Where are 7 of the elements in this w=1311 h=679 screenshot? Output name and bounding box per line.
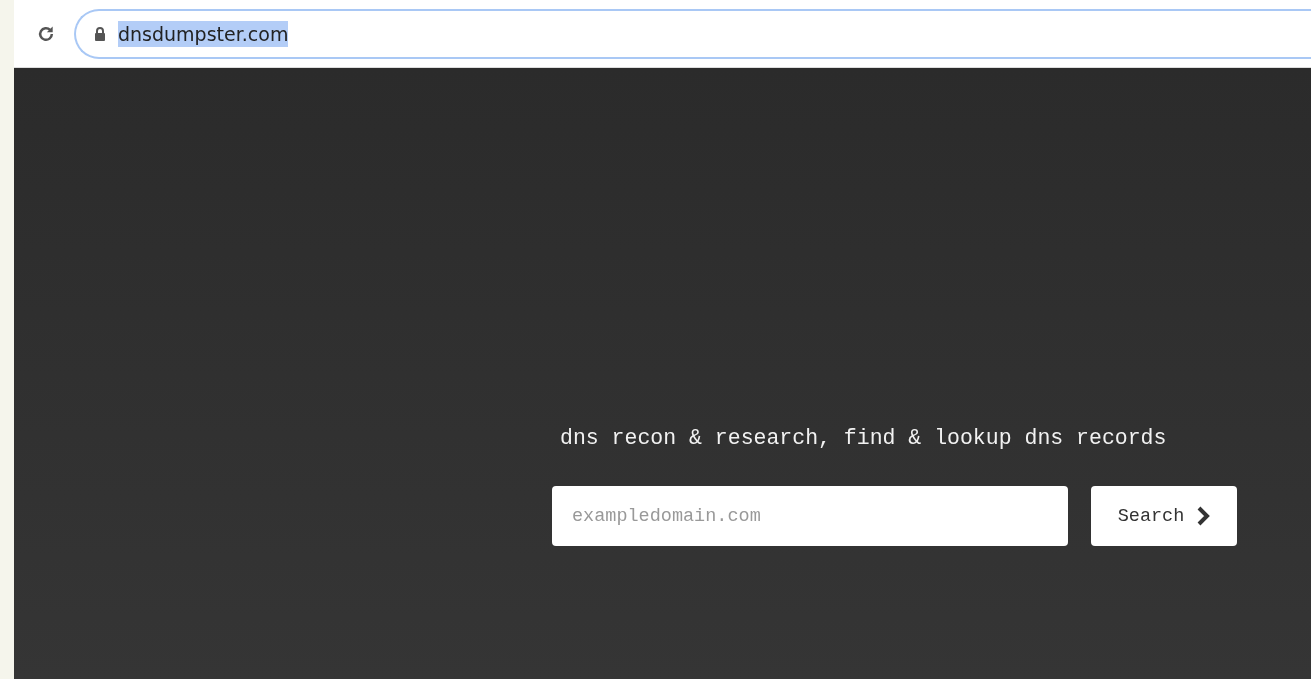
domain-search-field[interactable]: exampledomain.com <box>552 486 1068 546</box>
chevron-icon <box>1196 506 1211 526</box>
url-text: dnsdumpster.com <box>118 20 289 47</box>
tagline: dns recon & research, find & lookup dns records <box>560 426 1167 450</box>
address-bar[interactable]: dnsdumpster.com <box>74 8 1311 59</box>
lock-icon <box>94 26 106 41</box>
search-button[interactable]: Search <box>1091 486 1237 546</box>
